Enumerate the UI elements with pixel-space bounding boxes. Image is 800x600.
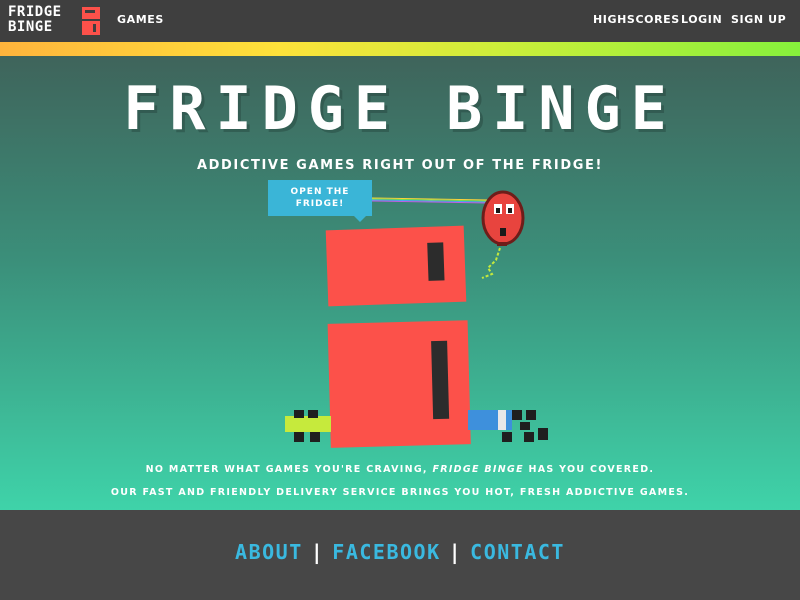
green-pixel-creature-icon: [285, 410, 331, 442]
nav-games-link[interactable]: GAMES: [117, 13, 164, 26]
footer-facebook-link[interactable]: FACEBOOK: [332, 540, 440, 564]
open-fridge-label-line1: OPEN THE: [290, 187, 350, 197]
footer-contact-link[interactable]: CONTACT: [470, 540, 565, 564]
logo-wordmark: FRIDGE BINGE: [8, 5, 80, 35]
pixel-fridge-icon[interactable]: [327, 320, 471, 448]
blue-pixel-creature-icon: [468, 410, 548, 442]
hero-description-line1: NO MATTER WHAT GAMES YOU'RE CRAVING, FRI…: [0, 464, 800, 475]
balloon-string-line: [371, 197, 489, 204]
nav-login-link[interactable]: LOGIN: [681, 13, 722, 26]
rainbow-stripe: [0, 42, 800, 56]
footer-separator: |: [310, 540, 325, 564]
nav-highscores-link[interactable]: HIGHSCORES: [593, 13, 680, 26]
open-fridge-label-line2: FRIDGE!: [295, 199, 345, 209]
nav-signup-link[interactable]: SIGN UP: [731, 13, 786, 26]
fridge-illustration: [285, 190, 548, 448]
fridge-logo-icon: [82, 7, 100, 35]
tooltip-pointer: [354, 216, 366, 222]
site-logo[interactable]: FRIDGE BINGE: [8, 5, 100, 37]
balloon-face-icon[interactable]: [481, 190, 525, 279]
footer-separator: |: [448, 540, 463, 564]
open-fridge-button[interactable]: OPEN THE FRIDGE!: [268, 180, 372, 216]
top-navigation-bar: FRIDGE BINGE GAMES HIGHSCORES LOGIN SIGN…: [0, 0, 800, 42]
fridge-top-door[interactable]: [325, 225, 467, 307]
footer-links: ABOUT | FACEBOOK | CONTACT: [0, 540, 800, 564]
footer-about-link[interactable]: ABOUT: [235, 540, 303, 564]
hero-description-line2: OUR FAST AND FRIENDLY DELIVERY SERVICE B…: [110, 487, 690, 498]
logo-line-2: BINGE: [8, 19, 53, 35]
desc-line1-after: HAS YOU COVERED.: [523, 464, 655, 475]
site-footer: ABOUT | FACEBOOK | CONTACT: [0, 510, 800, 600]
logo-line-1: FRIDGE: [8, 4, 62, 20]
desc-line1-before: NO MATTER WHAT GAMES YOU'RE CRAVING,: [145, 464, 433, 475]
desc-line1-emphasis: FRIDGE BINGE: [432, 464, 524, 475]
hero-section: FRIDGE BINGE ADDICTIVE GAMES RIGHT OUT O…: [0, 56, 800, 510]
